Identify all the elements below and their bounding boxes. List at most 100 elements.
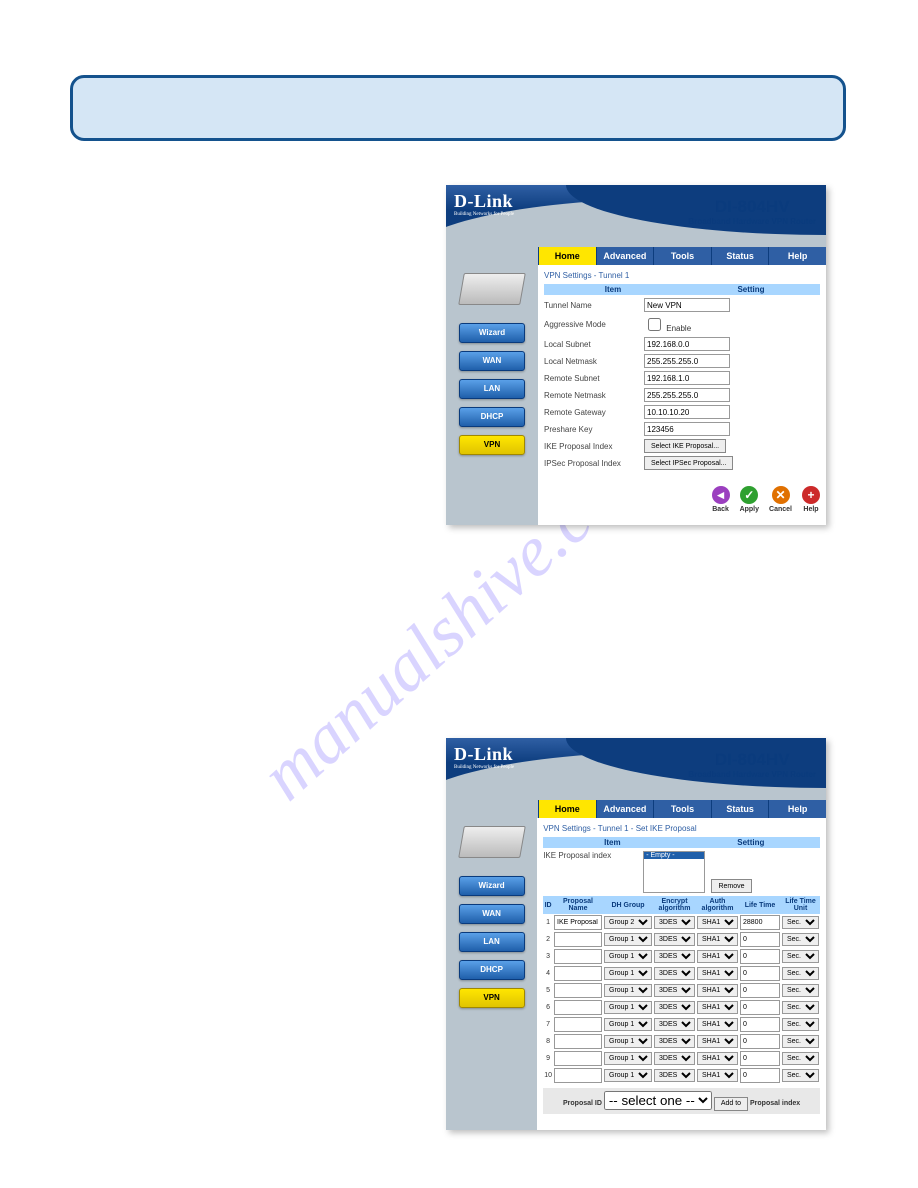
select-lifetime-unit[interactable]: Sec. [782, 1069, 819, 1082]
input-remote-mask[interactable] [644, 388, 730, 402]
select-lifetime-unit[interactable]: Sec. [782, 1052, 819, 1065]
input-proposal-name[interactable] [554, 949, 602, 964]
button-remove[interactable]: Remove [711, 879, 751, 893]
input-lifetime[interactable] [740, 915, 780, 930]
select-proposal-id[interactable]: -- select one -- [604, 1091, 712, 1110]
nav-wan[interactable]: WAN [459, 904, 525, 924]
select-encrypt[interactable]: 3DES [654, 950, 695, 963]
input-proposal-name[interactable] [554, 915, 602, 930]
tab-advanced[interactable]: Advanced [596, 800, 654, 818]
select-lifetime-unit[interactable]: Sec. [782, 984, 819, 997]
input-local-mask[interactable] [644, 354, 730, 368]
select-auth[interactable]: SHA1 [697, 967, 738, 980]
label-ike-idx: IKE Proposal Index [544, 442, 644, 451]
button-select-ike[interactable]: Select IKE Proposal... [644, 439, 726, 453]
select-auth[interactable]: SHA1 [697, 916, 738, 929]
nav-wizard[interactable]: Wizard [459, 323, 525, 343]
select-dh-group[interactable]: Group 1 [604, 984, 652, 997]
select-auth[interactable]: SHA1 [697, 950, 738, 963]
action-cancel[interactable]: ✕Cancel [769, 486, 792, 513]
input-lifetime[interactable] [740, 966, 780, 981]
select-auth[interactable]: SHA1 [697, 1035, 738, 1048]
tab-tools[interactable]: Tools [653, 247, 711, 265]
select-dh-group[interactable]: Group 1 [604, 950, 652, 963]
input-remote-subnet[interactable] [644, 371, 730, 385]
input-lifetime[interactable] [740, 1000, 780, 1015]
select-lifetime-unit[interactable]: Sec. [782, 916, 819, 929]
checkbox-aggressive[interactable] [648, 318, 661, 331]
select-lifetime-unit[interactable]: Sec. [782, 1001, 819, 1014]
input-proposal-name[interactable] [554, 983, 602, 998]
action-apply[interactable]: ✓Apply [740, 486, 759, 513]
button-select-ipsec[interactable]: Select IPSec Proposal... [644, 456, 733, 470]
select-encrypt[interactable]: 3DES [654, 984, 695, 997]
input-lifetime[interactable] [740, 932, 780, 947]
input-proposal-name[interactable] [554, 1068, 602, 1083]
select-lifetime-unit[interactable]: Sec. [782, 1035, 819, 1048]
input-lifetime[interactable] [740, 949, 780, 964]
input-remote-gw[interactable] [644, 405, 730, 419]
nav-vpn[interactable]: VPN [459, 435, 525, 455]
input-tunnel-name[interactable] [644, 298, 730, 312]
select-dh-group[interactable]: Group 2 [604, 916, 652, 929]
select-encrypt[interactable]: 3DES [654, 933, 695, 946]
input-proposal-name[interactable] [554, 1000, 602, 1015]
select-lifetime-unit[interactable]: Sec. [782, 1018, 819, 1031]
select-encrypt[interactable]: 3DES [654, 1052, 695, 1065]
nav-dhcp[interactable]: DHCP [459, 407, 525, 427]
select-encrypt[interactable]: 3DES [654, 1035, 695, 1048]
tab-help[interactable]: Help [768, 247, 826, 265]
tab-advanced[interactable]: Advanced [596, 247, 654, 265]
select-encrypt[interactable]: 3DES [654, 1018, 695, 1031]
input-preshare[interactable] [644, 422, 730, 436]
action-help[interactable]: +Help [802, 486, 820, 513]
select-auth[interactable]: SHA1 [697, 1069, 738, 1082]
select-lifetime-unit[interactable]: Sec. [782, 933, 819, 946]
listbox-proposal-index[interactable]: - Empty - [643, 851, 705, 893]
select-dh-group[interactable]: Group 1 [604, 1052, 652, 1065]
select-encrypt[interactable]: 3DES [654, 1069, 695, 1082]
input-proposal-name[interactable] [554, 1034, 602, 1049]
input-lifetime[interactable] [740, 1068, 780, 1083]
nav-dhcp[interactable]: DHCP [459, 960, 525, 980]
input-proposal-name[interactable] [554, 932, 602, 947]
select-auth[interactable]: SHA1 [697, 984, 738, 997]
nav-vpn[interactable]: VPN [459, 988, 525, 1008]
input-proposal-name[interactable] [554, 966, 602, 981]
tab-status[interactable]: Status [711, 247, 769, 265]
input-lifetime[interactable] [740, 1017, 780, 1032]
select-dh-group[interactable]: Group 1 [604, 1035, 652, 1048]
input-proposal-name[interactable] [554, 1017, 602, 1032]
action-back[interactable]: ◄Back [712, 486, 730, 513]
nav-lan[interactable]: LAN [459, 932, 525, 952]
tab-tools[interactable]: Tools [653, 800, 711, 818]
input-proposal-name[interactable] [554, 1051, 602, 1066]
nav-lan[interactable]: LAN [459, 379, 525, 399]
select-lifetime-unit[interactable]: Sec. [782, 950, 819, 963]
select-dh-group[interactable]: Group 1 [604, 933, 652, 946]
input-lifetime[interactable] [740, 1034, 780, 1049]
nav-wizard[interactable]: Wizard [459, 876, 525, 896]
tab-status[interactable]: Status [711, 800, 769, 818]
select-dh-group[interactable]: Group 1 [604, 1018, 652, 1031]
select-auth[interactable]: SHA1 [697, 933, 738, 946]
select-encrypt[interactable]: 3DES [654, 916, 695, 929]
label-aggressive: Aggressive Mode [544, 320, 644, 329]
select-dh-group[interactable]: Group 1 [604, 1001, 652, 1014]
select-auth[interactable]: SHA1 [697, 1001, 738, 1014]
select-encrypt[interactable]: 3DES [654, 967, 695, 980]
tab-home[interactable]: Home [538, 247, 596, 265]
select-encrypt[interactable]: 3DES [654, 1001, 695, 1014]
select-lifetime-unit[interactable]: Sec. [782, 967, 819, 980]
select-auth[interactable]: SHA1 [697, 1018, 738, 1031]
nav-wan[interactable]: WAN [459, 351, 525, 371]
select-auth[interactable]: SHA1 [697, 1052, 738, 1065]
select-dh-group[interactable]: Group 1 [604, 967, 652, 980]
input-lifetime[interactable] [740, 1051, 780, 1066]
tab-help[interactable]: Help [768, 800, 826, 818]
select-dh-group[interactable]: Group 1 [604, 1069, 652, 1082]
tab-home[interactable]: Home [538, 800, 596, 818]
input-local-subnet[interactable] [644, 337, 730, 351]
button-add-to[interactable]: Add to [714, 1097, 748, 1111]
input-lifetime[interactable] [740, 983, 780, 998]
